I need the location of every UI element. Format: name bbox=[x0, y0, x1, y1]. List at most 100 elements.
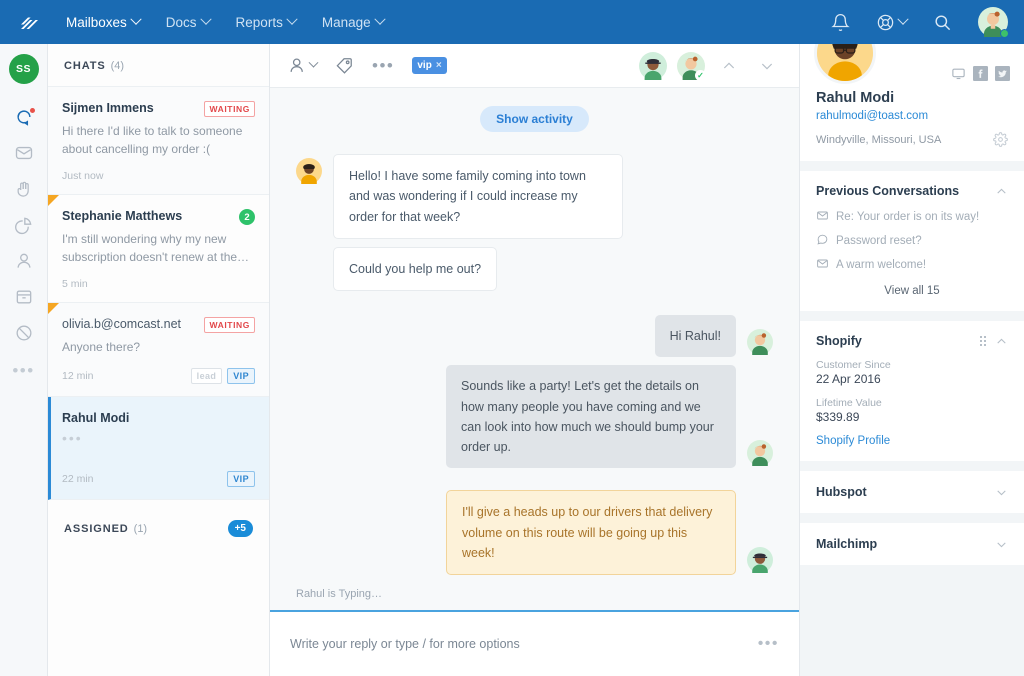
search-icon[interactable] bbox=[933, 13, 952, 32]
chat-item-name: olivia.b@comcast.net bbox=[62, 317, 204, 331]
rail-item-reports[interactable] bbox=[7, 208, 41, 242]
chevron-down-icon[interactable] bbox=[995, 486, 1008, 499]
show-activity-wrap: Show activity bbox=[296, 106, 773, 132]
message-row-note: I'll give a heads up to our drivers that… bbox=[296, 490, 773, 575]
flag-corner-icon bbox=[48, 303, 59, 314]
chat-item-preview: I'm still wondering why my new subscript… bbox=[62, 230, 255, 266]
twitter-icon[interactable] bbox=[995, 66, 1010, 81]
reply-input[interactable]: Write your reply or type / for more opti… bbox=[290, 637, 758, 651]
customer-sidebar: Rahul Modi rahulmodi@toast.com Windyvill… bbox=[800, 44, 1024, 676]
user-initials-avatar[interactable]: SS bbox=[9, 54, 39, 84]
rail-item-beacon[interactable] bbox=[7, 172, 41, 206]
more-horizontal-icon[interactable]: ••• bbox=[372, 57, 394, 74]
chat-item-time: 22 min bbox=[62, 473, 94, 485]
conversation-tag-vip[interactable]: vip × bbox=[412, 57, 446, 74]
close-icon[interactable]: × bbox=[436, 60, 442, 71]
section-title: Shopify bbox=[816, 334, 980, 348]
lifebuoy-icon[interactable] bbox=[876, 13, 907, 32]
tag-vip[interactable]: VIP bbox=[227, 471, 255, 487]
typing-status: Rahul is Typing… bbox=[270, 588, 799, 610]
envelope-icon bbox=[816, 257, 829, 273]
helpscout-logo[interactable] bbox=[16, 8, 44, 36]
agent-avatar bbox=[747, 547, 773, 573]
drag-grip-icon[interactable] bbox=[980, 336, 986, 346]
chevron-down-icon bbox=[200, 14, 211, 25]
view-all-conversations-link[interactable]: View all 15 bbox=[816, 285, 1008, 297]
rail-item-archive[interactable] bbox=[7, 280, 41, 314]
nav-item-docs[interactable]: Docs bbox=[166, 15, 210, 30]
chevron-up-icon[interactable] bbox=[995, 335, 1008, 348]
previous-conversation-item[interactable]: A warm welcome! bbox=[816, 257, 1008, 273]
previous-conversation-button[interactable] bbox=[715, 54, 743, 78]
person-assign-icon[interactable] bbox=[288, 56, 317, 75]
list-item[interactable]: olivia.b@comcast.net WAITING Anyone ther… bbox=[48, 303, 269, 397]
conversation-subject: Password reset? bbox=[836, 235, 922, 247]
assignee-avatar-1[interactable] bbox=[639, 52, 667, 80]
section-header: Shopify bbox=[816, 334, 1008, 348]
tag-icon[interactable] bbox=[335, 56, 354, 75]
conversation-panel: ••• vip × bbox=[270, 44, 800, 676]
message-list: Show activity Hello! I have some family … bbox=[270, 88, 799, 588]
mailchimp-section[interactable]: Mailchimp bbox=[800, 523, 1024, 565]
section-title: Mailchimp bbox=[816, 537, 995, 551]
gear-icon[interactable] bbox=[993, 132, 1008, 147]
section-header[interactable]: Previous Conversations bbox=[816, 184, 1008, 198]
message-bubble: Sounds like a party! Let's get the detai… bbox=[446, 365, 736, 468]
next-conversation-button[interactable] bbox=[753, 54, 781, 78]
chevron-down-icon bbox=[897, 14, 908, 25]
rail-more-icon[interactable]: ••• bbox=[12, 362, 34, 379]
assignee-avatar-2[interactable]: ✓ bbox=[677, 52, 705, 80]
shopify-profile-link[interactable]: Shopify Profile bbox=[816, 435, 1008, 447]
reply-composer[interactable]: Write your reply or type / for more opti… bbox=[270, 610, 799, 676]
nav-label: Docs bbox=[166, 15, 197, 30]
avatar[interactable] bbox=[814, 44, 876, 84]
chevron-down-icon[interactable] bbox=[995, 538, 1008, 551]
notification-dot bbox=[30, 108, 35, 113]
customer-location-row: Windyville, Missouri, USA bbox=[816, 132, 1008, 147]
chat-monitor-icon[interactable] bbox=[951, 66, 966, 81]
tag-label: vip bbox=[417, 60, 431, 71]
chat-item-time: 12 min bbox=[62, 370, 94, 382]
list-item[interactable]: Stephanie Matthews 2 I'm still wondering… bbox=[48, 195, 269, 303]
tag-vip[interactable]: VIP bbox=[227, 368, 255, 384]
list-item[interactable]: Sijmen Immens WAITING Hi there I'd like … bbox=[48, 87, 269, 195]
rail-item-inbox[interactable] bbox=[7, 136, 41, 170]
avatar[interactable] bbox=[978, 7, 1008, 37]
customer-email[interactable]: rahulmodi@toast.com bbox=[816, 110, 1008, 122]
chat-item-bottom: Just now bbox=[62, 170, 255, 182]
message-row: Sounds like a party! Let's get the detai… bbox=[296, 365, 773, 468]
chats-header: CHATS (4) bbox=[48, 44, 269, 87]
agent-avatar bbox=[747, 329, 773, 355]
message-bubble: Hi Rahul! bbox=[655, 315, 736, 357]
show-activity-button[interactable]: Show activity bbox=[480, 106, 589, 132]
chevron-up-icon[interactable] bbox=[995, 185, 1008, 198]
section-title: Hubspot bbox=[816, 485, 995, 499]
previous-conversation-item[interactable]: Re: Your order is on its way! bbox=[816, 209, 1008, 225]
previous-conversation-item[interactable]: Password reset? bbox=[816, 233, 1008, 249]
bell-icon[interactable] bbox=[831, 13, 850, 32]
list-item-selected[interactable]: Rahul Modi ••• 22 min VIP bbox=[48, 397, 269, 500]
section-tools bbox=[995, 486, 1008, 499]
rail-item-chats[interactable] bbox=[7, 100, 41, 134]
chats-header-title: CHATS bbox=[64, 60, 106, 72]
rail-item-spam[interactable] bbox=[7, 316, 41, 350]
tag-lead[interactable]: lead bbox=[191, 368, 223, 384]
assigned-header-title: ASSIGNED bbox=[64, 523, 129, 535]
nav-item-manage[interactable]: Manage bbox=[322, 15, 384, 30]
nav-item-reports[interactable]: Reports bbox=[236, 15, 296, 30]
section-header: Mailchimp bbox=[816, 537, 1008, 551]
message-row: Hi Rahul! bbox=[296, 315, 773, 357]
internal-note-bubble: I'll give a heads up to our drivers that… bbox=[446, 490, 736, 575]
nav-item-mailboxes[interactable]: Mailboxes bbox=[66, 15, 140, 30]
previous-conversations-section: Previous Conversations Re: Your order is… bbox=[800, 171, 1024, 311]
customer-name: Rahul Modi bbox=[816, 90, 1008, 106]
composer-more-icon[interactable]: ••• bbox=[758, 636, 779, 652]
chat-list-panel: CHATS (4) Sijmen Immens WAITING Hi there… bbox=[48, 44, 270, 676]
rail-item-customers[interactable] bbox=[7, 244, 41, 278]
chat-item-tags: VIP bbox=[227, 471, 255, 487]
facebook-icon[interactable] bbox=[973, 66, 988, 81]
message-row: Hello! I have some family coming into to… bbox=[296, 154, 773, 239]
assigned-header[interactable]: ASSIGNED (1) +5 bbox=[48, 500, 269, 551]
hubspot-section[interactable]: Hubspot bbox=[800, 471, 1024, 513]
chats-header-count: (4) bbox=[111, 60, 124, 72]
